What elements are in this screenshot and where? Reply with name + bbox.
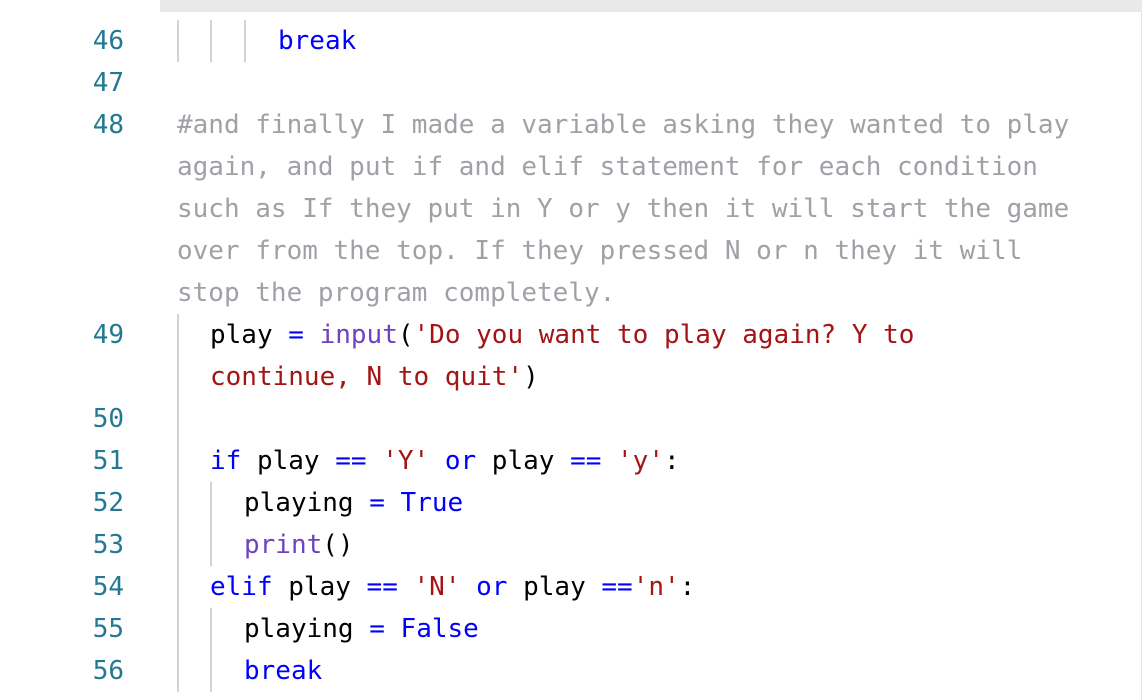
indent-guide [210, 20, 212, 62]
line-number: 52 [92, 488, 124, 518]
code-text: playing = False [244, 608, 1141, 650]
code-text: playing = True [244, 482, 1141, 524]
indent-guide [177, 398, 179, 440]
code-token: print [244, 530, 323, 560]
code-token: 'Y' [382, 446, 430, 476]
code-line[interactable]: 49 play = input('Do you want to play aga… [0, 314, 1141, 398]
indent-guide [177, 314, 179, 398]
indent-guide [177, 20, 179, 62]
code-token: play [241, 446, 336, 476]
code-token: or [444, 446, 477, 476]
code-token: elif [210, 572, 273, 602]
code-token: playing [244, 614, 370, 644]
code-token: break [244, 656, 323, 686]
code-token: play [507, 572, 602, 602]
code-token: 'y' [617, 446, 664, 476]
indent-guide [177, 524, 179, 566]
code-token: playing [244, 488, 370, 518]
code-text: break [244, 650, 1141, 692]
code-token: 'n' [632, 572, 680, 602]
code-token: : [664, 446, 680, 476]
indent-guide [210, 650, 212, 692]
indent-guide [177, 608, 179, 650]
code-token: : [679, 572, 696, 602]
code-text: print() [244, 524, 1141, 566]
line-number: 54 [92, 572, 124, 602]
line-number: 53 [92, 530, 124, 560]
code-line[interactable]: 54 elif play == 'N' or play =='n': [0, 566, 1141, 608]
line-number: 48 [92, 110, 124, 140]
indent-guide [210, 608, 212, 650]
code-token: play [210, 320, 289, 350]
indent-guide [210, 524, 212, 566]
code-comment: #and finally I made a variable asking th… [177, 104, 1097, 314]
code-text: break [278, 20, 1141, 62]
code-token: or [476, 572, 508, 602]
code-line[interactable]: 52 playing = True [0, 482, 1141, 524]
indent-guide [177, 440, 179, 482]
code-token: if [210, 446, 242, 476]
code-token: == [366, 572, 398, 602]
code-line[interactable]: 55 playing = False [0, 608, 1141, 650]
code-token: input [319, 320, 398, 350]
code-token: = [369, 614, 385, 644]
code-token: break [278, 26, 357, 56]
code-token: = [288, 320, 304, 350]
code-editor[interactable]: 46 break 47 48 #and finally I made a var… [0, 20, 1141, 692]
code-line[interactable]: 50 [0, 398, 1141, 440]
editor-top-bar-fill [160, 0, 1142, 12]
line-number: 56 [92, 656, 124, 686]
code-token: ) [523, 362, 539, 392]
code-text: play = input('Do you want to play again?… [210, 314, 1010, 398]
indent-guide [177, 650, 179, 692]
code-token: == [601, 572, 633, 602]
code-token: == [335, 446, 367, 476]
code-line[interactable]: 51 if play == 'Y' or play == 'y': [0, 440, 1141, 482]
line-number: 55 [92, 614, 124, 644]
code-text: if play == 'Y' or play == 'y': [210, 440, 1141, 482]
code-token: False [400, 614, 479, 644]
indent-guide [177, 566, 179, 608]
editor-top-bar [0, 0, 1142, 14]
line-number: 47 [92, 68, 124, 98]
indent-guide [244, 20, 246, 62]
line-number: 50 [92, 404, 124, 434]
code-line[interactable]: 56 break [0, 650, 1141, 692]
code-line[interactable]: 53 print() [0, 524, 1141, 566]
code-token: 'N' [413, 572, 461, 602]
code-text: elif play == 'N' or play =='n': [210, 566, 1141, 608]
code-token: ( [397, 320, 414, 350]
indent-guide [177, 482, 179, 524]
code-token: True [400, 488, 464, 518]
code-token: = [369, 488, 385, 518]
code-token: == [570, 446, 602, 476]
code-token: play [272, 572, 367, 602]
line-number: 46 [92, 26, 124, 56]
code-line[interactable]: 46 break [0, 20, 1141, 62]
line-number: 49 [92, 320, 124, 350]
code-token: #and finally I made a variable asking th… [177, 110, 1085, 308]
code-line[interactable]: 48 #and finally I made a variable asking… [0, 104, 1141, 314]
indent-guide [210, 482, 212, 524]
code-line[interactable]: 47 [0, 62, 1141, 104]
code-token: () [322, 530, 354, 560]
line-number: 51 [92, 446, 124, 476]
code-token: play [476, 446, 571, 476]
